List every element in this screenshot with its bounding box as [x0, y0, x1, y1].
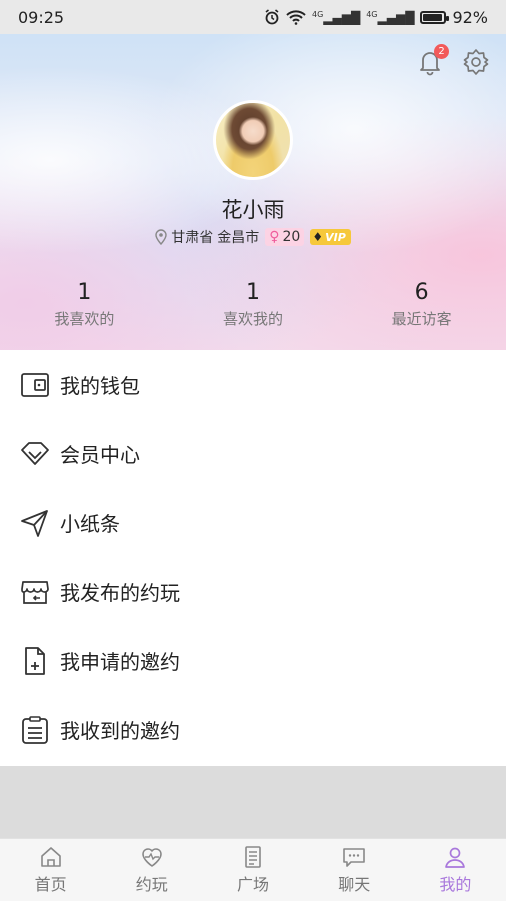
notification-badge: 2: [434, 44, 449, 59]
stat-recent-visitors[interactable]: 6 最近访客: [337, 280, 506, 329]
location-pin-icon: [155, 229, 167, 245]
clipboard-icon: [20, 715, 50, 745]
stat-value: 1: [246, 280, 260, 305]
stat-label: 喜欢我的: [223, 310, 284, 328]
nav-label: 约玩: [135, 875, 168, 894]
nav-mine[interactable]: 我的: [405, 839, 506, 901]
alarm-icon: [265, 9, 279, 25]
nav-label: 首页: [34, 875, 67, 894]
battery-icon: [420, 10, 450, 24]
wifi-icon: [286, 10, 306, 25]
vip-label: VIP: [325, 230, 346, 244]
heart-pulse-icon: [141, 848, 162, 867]
menu-item-notes[interactable]: 小纸条: [0, 488, 506, 557]
wallet-icon: [20, 370, 50, 400]
menu-item-received-invites[interactable]: 我收到的邀约: [0, 695, 506, 764]
stat-value: 6: [414, 280, 429, 305]
vip-badge: ♦ VIP: [310, 229, 351, 245]
home-icon: [40, 847, 61, 867]
stat-i-like[interactable]: 1 我喜欢的: [0, 280, 169, 329]
menu-item-label: 我收到的邀约: [60, 719, 180, 743]
stat-label: 最近访客: [391, 310, 452, 328]
battery-percent: 92%: [452, 7, 488, 27]
nav-chat[interactable]: 聊天: [304, 839, 405, 901]
menu-item-label: 小纸条: [60, 512, 120, 536]
user-name: 花小雨: [221, 198, 285, 222]
province-text: 甘肃省: [171, 230, 214, 246]
female-icon: ♀: [269, 229, 280, 245]
menu-item-my-posts[interactable]: 我发布的约玩: [0, 557, 506, 626]
location: 甘肃省 金昌市: [155, 227, 259, 247]
menu-item-wallet[interactable]: 我的钱包: [0, 350, 506, 419]
menu-item-my-applications[interactable]: 我申请的邀约: [0, 626, 506, 695]
avatar[interactable]: [213, 100, 293, 180]
empty-area: [0, 766, 506, 838]
profile-header: 2 花小雨 甘肃省 金昌市 ♀ 20 ♦ VIP 1 我喜欢的 1 喜欢我的 6…: [0, 34, 506, 350]
signal-2-icon: 4G▂▄▆█: [366, 9, 415, 25]
signal-1-icon: 4G▂▄▆█: [312, 9, 361, 25]
nav-label: 聊天: [338, 875, 371, 894]
nav-label: 我的: [439, 875, 472, 894]
stat-value: 1: [77, 280, 92, 305]
notification-button[interactable]: 2: [416, 44, 449, 76]
menu-item-label: 我发布的约玩: [60, 581, 180, 605]
chat-icon: [343, 848, 366, 867]
city-text: 金昌市: [217, 230, 260, 246]
nav-label: 广场: [237, 875, 270, 894]
bottom-nav: 首页 约玩 广场 聊天 我的: [0, 838, 506, 901]
gear-icon: [463, 49, 489, 75]
age-text: 20: [282, 229, 301, 245]
stat-likes-me[interactable]: 1 喜欢我的: [169, 280, 338, 329]
diamond-icon: [20, 439, 50, 469]
vip-diamond-icon: ♦: [312, 230, 324, 244]
nav-play[interactable]: 约玩: [101, 839, 202, 901]
menu-item-label: 我申请的邀约: [60, 650, 180, 674]
document-stack-icon: [245, 846, 261, 868]
settings-button[interactable]: [461, 47, 491, 77]
stat-label: 我喜欢的: [54, 310, 115, 328]
menu-item-label: 我的钱包: [60, 374, 140, 398]
nav-square[interactable]: 广场: [202, 839, 303, 901]
menu-item-label: 会员中心: [60, 443, 140, 467]
menu-list: 我的钱包 会员中心 小纸条 我发布的约玩 我申请的邀约 我收到的邀约: [0, 350, 506, 764]
store-icon: [20, 577, 50, 607]
status-bar: 09:25 4G▂▄▆█ 4G▂▄▆█ 92%: [0, 0, 506, 34]
stats-row: 1 我喜欢的 1 喜欢我的 6 最近访客: [0, 280, 506, 329]
status-time: 09:25: [18, 7, 65, 27]
gender-age-badge: ♀ 20: [265, 228, 305, 246]
user-info-row: 甘肃省 金昌市 ♀ 20 ♦ VIP: [0, 227, 506, 247]
file-add-icon: [20, 646, 50, 676]
user-icon: [445, 847, 466, 868]
status-icons: 4G▂▄▆█ 4G▂▄▆█ 92%: [264, 8, 488, 27]
nav-home[interactable]: 首页: [0, 839, 101, 901]
send-icon: [20, 508, 50, 538]
menu-item-vip-center[interactable]: 会员中心: [0, 419, 506, 488]
